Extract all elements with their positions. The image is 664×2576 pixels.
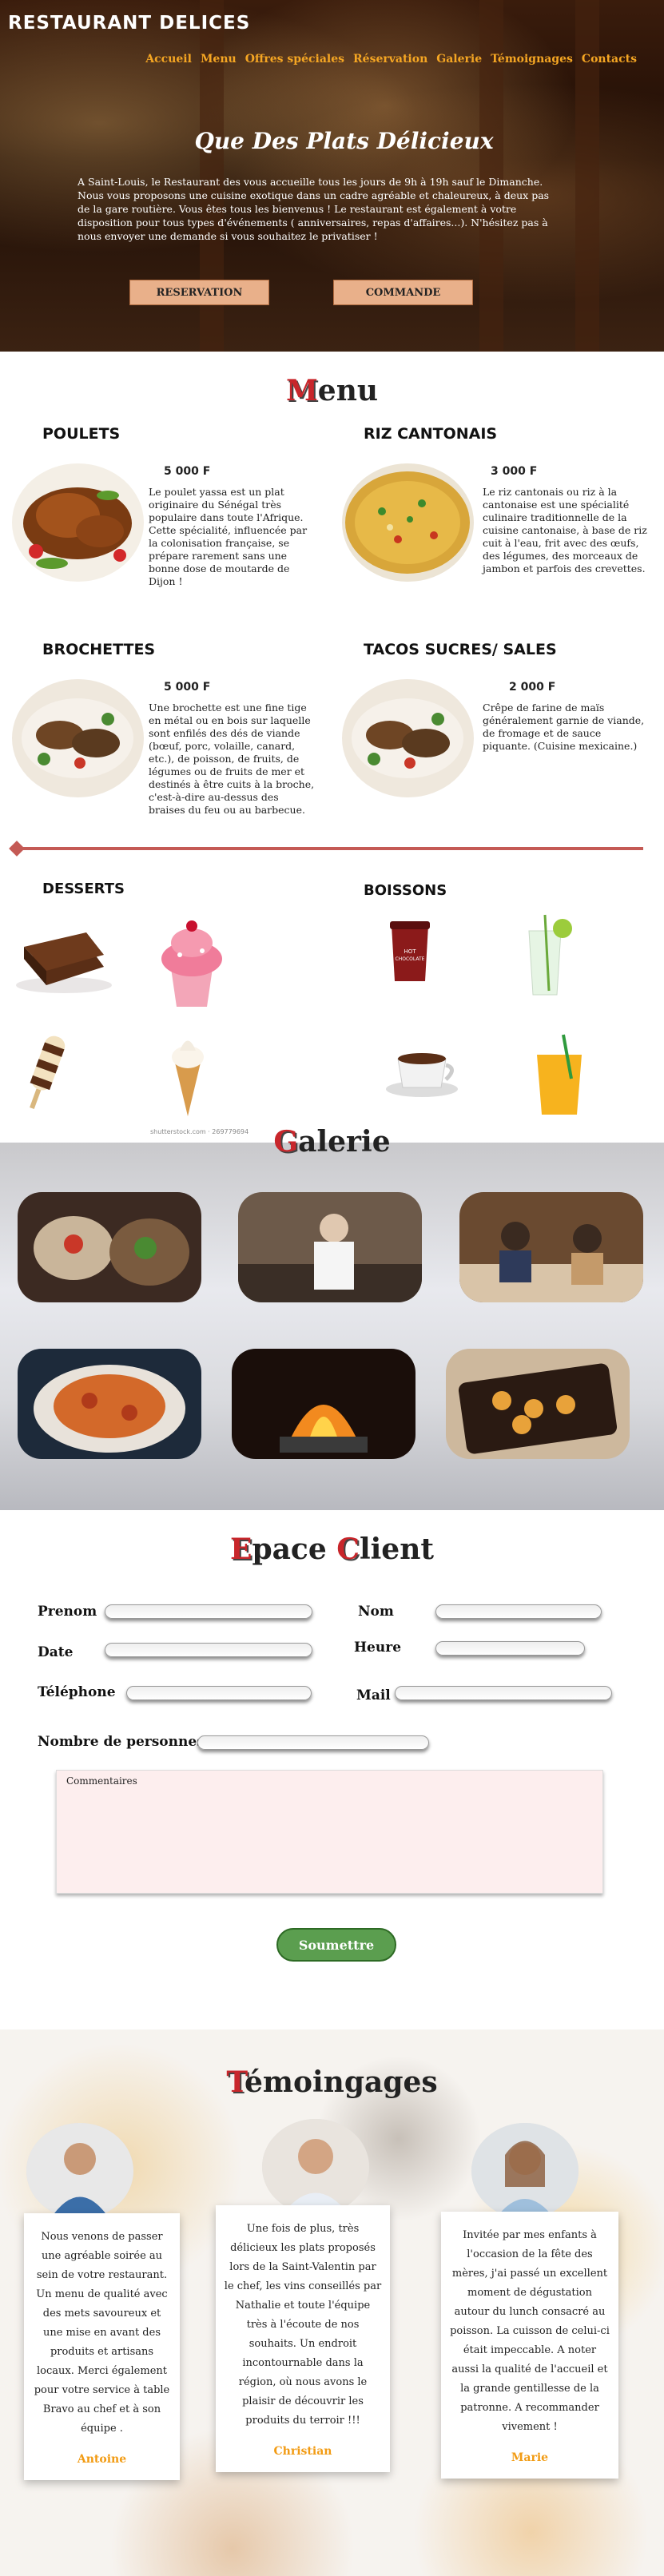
coffee-cup-icon xyxy=(382,1035,462,1102)
testimonial-author: Marie xyxy=(511,2451,549,2464)
heure-input[interactable] xyxy=(435,1641,585,1656)
cake-icon xyxy=(14,923,114,998)
dish-name: BROCHETTES xyxy=(42,641,156,658)
avatar xyxy=(262,2119,369,2215)
testimonial-text: Nous venons de passer une agréable soiré… xyxy=(34,2231,170,2435)
gallery-image-4[interactable] xyxy=(18,1349,201,1459)
gallery-image-1[interactable] xyxy=(18,1192,201,1302)
tacos-image xyxy=(342,679,474,797)
dish-price: 5 000 F xyxy=(164,681,211,694)
testimonial-card: Invitée par mes enfants à l'occasion de … xyxy=(441,2212,618,2479)
ice-cream-cone-icon xyxy=(164,1027,212,1122)
avatar xyxy=(26,2123,133,2219)
nav-temoignages[interactable]: Témoignages xyxy=(491,53,573,66)
commande-button[interactable]: COMMANDE xyxy=(333,280,473,305)
mail-input[interactable] xyxy=(395,1686,612,1700)
telephone-label: Téléphone xyxy=(38,1684,116,1700)
gallery-section: Galerie xyxy=(0,1125,664,1510)
testimonial-card: Nous venons de passer une agréable soiré… xyxy=(24,2213,180,2480)
testimonial-author: Christian xyxy=(273,2445,332,2458)
desserts-title: DESSERTS xyxy=(42,881,125,897)
submit-button[interactable]: Soumettre xyxy=(276,1928,396,1962)
client-form-section: Epace Client Prenom Nom Date Heure Télép… xyxy=(0,1510,664,2029)
svg-text:CHOCOLATE: CHOCOLATE xyxy=(396,956,425,962)
menu-section: Menu POULETS 5 000 F Le poulet yassa est… xyxy=(0,352,664,1143)
dish-price: 3 000 F xyxy=(491,465,538,478)
riz-image xyxy=(342,463,474,582)
prenom-input[interactable] xyxy=(105,1604,312,1619)
orange-juice-icon xyxy=(527,1031,591,1122)
client-title: Epace Client xyxy=(229,1532,435,1566)
nom-input[interactable] xyxy=(435,1604,602,1619)
testimonial-author: Antoine xyxy=(77,2453,127,2466)
gallery-image-6[interactable] xyxy=(446,1349,630,1459)
date-input[interactable] xyxy=(105,1643,312,1657)
mail-label: Mail xyxy=(356,1688,391,1703)
nav-contacts[interactable]: Contacts xyxy=(582,53,637,66)
prenom-label: Prenom xyxy=(38,1604,97,1620)
telephone-input[interactable] xyxy=(126,1686,312,1700)
cocktail-icon xyxy=(513,911,577,1002)
gallery-image-3[interactable] xyxy=(459,1192,643,1302)
dish-description: Le riz cantonais ou riz à la cantonaise … xyxy=(483,486,647,574)
poulet-image xyxy=(12,463,144,582)
testimonial-text: Une fois de plus, très délicieux les pla… xyxy=(224,2223,382,2427)
testimonial-card: Une fois de plus, très délicieux les pla… xyxy=(216,2205,390,2472)
nav-accueil[interactable]: Accueil xyxy=(145,53,192,66)
commentaires-textarea[interactable]: Commentaires xyxy=(56,1770,603,1894)
dish-price: 2 000 F xyxy=(509,681,556,694)
dish-description: Une brochette est une fine tige en métal… xyxy=(149,702,315,816)
avatar xyxy=(471,2123,579,2219)
gallery-title: Galerie xyxy=(273,1125,391,1159)
dish-price: 5 000 F xyxy=(164,465,211,478)
dish-name: TACOS SUCRES/ SALES xyxy=(364,641,557,658)
nav-menu[interactable]: Menu xyxy=(201,53,237,66)
dish-name: RIZ CANTONAIS xyxy=(364,425,498,443)
heure-label: Heure xyxy=(354,1640,402,1656)
boissons-title: BOISSONS xyxy=(364,882,447,899)
hot-chocolate-icon: HOT CHOCOLATE xyxy=(382,917,438,988)
personnes-input[interactable] xyxy=(197,1735,429,1750)
reservation-button[interactable]: RESERVATION xyxy=(129,280,269,305)
hero-title: Que Des Plats Délicieux xyxy=(194,128,494,154)
testimonials-title: Témoingages xyxy=(226,2065,438,2099)
personnes-label: Nombre de personnes xyxy=(38,1734,205,1750)
brand-logo[interactable]: RESTAURANT DELICES xyxy=(8,13,250,34)
testimonials-section: Témoingages Nous venons de passer une ag… xyxy=(0,2029,664,2576)
ice-cream-bar-icon xyxy=(18,1027,74,1118)
section-divider xyxy=(16,847,643,850)
date-label: Date xyxy=(38,1644,74,1660)
nom-label: Nom xyxy=(358,1604,394,1620)
nav-offres[interactable]: Offres spéciales xyxy=(245,53,344,66)
cupcake-icon xyxy=(156,915,228,1014)
testimonial-text: Invitée par mes enfants à l'occasion de … xyxy=(450,2229,610,2433)
nav-reservation[interactable]: Réservation xyxy=(353,53,427,66)
svg-text:HOT: HOT xyxy=(404,948,416,955)
hero-section: RESTAURANT DELICES Accueil Menu Offres s… xyxy=(0,0,664,352)
dish-name: POULETS xyxy=(42,425,121,443)
nav-galerie[interactable]: Galerie xyxy=(436,53,482,66)
menu-title: Menu xyxy=(285,374,379,407)
gallery-image-5[interactable] xyxy=(232,1349,415,1459)
gallery-image-2[interactable] xyxy=(238,1192,422,1302)
brochettes-image xyxy=(12,679,144,797)
main-nav: Accueil Menu Offres spéciales Réservatio… xyxy=(145,53,637,66)
dish-description: Le poulet yassa est un plat originaire d… xyxy=(149,486,308,587)
dish-description: Crêpe de farine de maïs généralement gar… xyxy=(483,702,645,752)
hero-text: A Saint-Louis, le Restaurant des vous ac… xyxy=(78,176,550,242)
